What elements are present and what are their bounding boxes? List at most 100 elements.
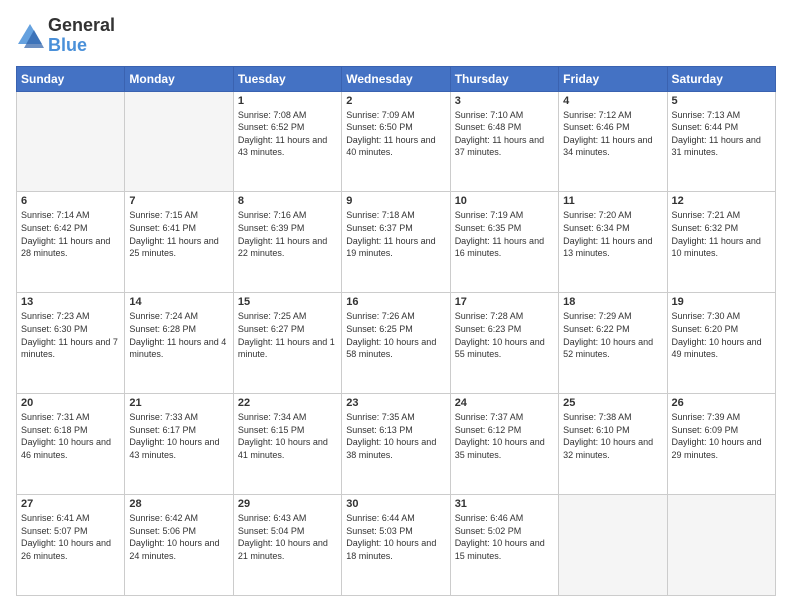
day-number: 13 [21,296,120,308]
day-number: 30 [346,498,445,510]
day-info: Sunrise: 7:12 AMSunset: 6:46 PMDaylight:… [563,109,662,159]
calendar-cell: 2 Sunrise: 7:09 AMSunset: 6:50 PMDaylight… [342,91,450,192]
calendar-cell: 27Sunrise: 6:41 AMSunset: 5:07 PMDayligh… [17,495,125,596]
calendar-cell: 11 Sunrise: 7:20 AMSunset: 6:34 PMDayligh… [559,192,667,293]
day-number: 6 [21,195,120,207]
day-info: Sunrise: 7:31 AMSunset: 6:18 PMDaylight:… [21,411,120,461]
day-info: Sunrise: 7:21 AMSunset: 6:32 PMDaylight:… [672,209,771,259]
day-info: Sunrise: 7:30 AMSunset: 6:20 PMDaylight:… [672,310,771,360]
calendar-cell: 14 Sunrise: 7:24 AMSunset: 6:28 PMDayligh… [125,293,233,394]
day-number: 29 [238,498,337,510]
calendar-cell: 13 Sunrise: 7:23 AMSunset: 6:30 PMDayligh… [17,293,125,394]
calendar-cell: 9 Sunrise: 7:18 AMSunset: 6:37 PMDaylight… [342,192,450,293]
calendar-cell: 12 Sunrise: 7:21 AMSunset: 6:32 PMDayligh… [667,192,775,293]
page: General Blue SundayMondayTuesdayWednesda… [0,0,792,612]
day-number: 2 [346,95,445,107]
day-number: 7 [129,195,228,207]
day-number: 15 [238,296,337,308]
calendar-cell [17,91,125,192]
calendar-cell: 7 Sunrise: 7:15 AMSunset: 6:41 PMDaylight… [125,192,233,293]
logo-text: General Blue [48,16,115,56]
calendar-cell [125,91,233,192]
day-info: Sunrise: 7:18 AMSunset: 6:37 PMDaylight:… [346,209,445,259]
day-info: Sunrise: 6:41 AMSunset: 5:07 PMDaylight:… [21,512,120,562]
header: General Blue [16,16,776,56]
day-info: Sunrise: 7:34 AMSunset: 6:15 PMDaylight:… [238,411,337,461]
calendar-cell: 8Sunrise: 7:16 AMSunset: 6:39 PMDaylight… [233,192,341,293]
day-info: Sunrise: 7:29 AMSunset: 6:22 PMDaylight:… [563,310,662,360]
day-info: Sunrise: 7:25 AMSunset: 6:27 PMDaylight:… [238,310,337,360]
day-info: Sunrise: 7:35 AMSunset: 6:13 PMDaylight:… [346,411,445,461]
day-number: 10 [455,195,554,207]
day-number: 21 [129,397,228,409]
day-number: 11 [563,195,662,207]
day-number: 3 [455,95,554,107]
day-header-friday: Friday [559,66,667,91]
calendar-table: SundayMondayTuesdayWednesdayThursdayFrid… [16,66,776,596]
day-info: Sunrise: 6:46 AMSunset: 5:02 PMDaylight:… [455,512,554,562]
day-info: Sunrise: 7:15 AMSunset: 6:41 PMDaylight:… [129,209,228,259]
day-header-monday: Monday [125,66,233,91]
day-number: 5 [672,95,771,107]
calendar-cell: 20 Sunrise: 7:31 AMSunset: 6:18 PMDayligh… [17,394,125,495]
calendar-cell: 4 Sunrise: 7:12 AMSunset: 6:46 PMDaylight… [559,91,667,192]
calendar-cell: 15 Sunrise: 7:25 AMSunset: 6:27 PMDayligh… [233,293,341,394]
day-number: 4 [563,95,662,107]
calendar-cell: 16 Sunrise: 7:26 AMSunset: 6:25 PMDayligh… [342,293,450,394]
day-info: Sunrise: 6:43 AMSunset: 5:04 PMDaylight:… [238,512,337,562]
day-header-thursday: Thursday [450,66,558,91]
day-info: Sunrise: 7:23 AMSunset: 6:30 PMDaylight:… [21,310,120,360]
day-info: Sunrise: 7:24 AMSunset: 6:28 PMDaylight:… [129,310,228,360]
calendar-cell [667,495,775,596]
calendar-cell: 6 Sunrise: 7:14 AMSunset: 6:42 PMDaylight… [17,192,125,293]
calendar-cell: 31 Sunrise: 6:46 AMSunset: 5:02 PMDayligh… [450,495,558,596]
day-number: 9 [346,195,445,207]
day-number: 31 [455,498,554,510]
calendar-cell: 18 Sunrise: 7:29 AMSunset: 6:22 PMDayligh… [559,293,667,394]
day-info: Sunrise: 7:26 AMSunset: 6:25 PMDaylight:… [346,310,445,360]
calendar-cell: 10 Sunrise: 7:19 AMSunset: 6:35 PMDayligh… [450,192,558,293]
day-info: Sunrise: 7:19 AMSunset: 6:35 PMDaylight:… [455,209,554,259]
day-number: 28 [129,498,228,510]
day-number: 20 [21,397,120,409]
calendar-cell: 25 Sunrise: 7:38 AMSunset: 6:10 PMDayligh… [559,394,667,495]
day-number: 25 [563,397,662,409]
day-info: Sunrise: 7:08 AMSunset: 6:52 PMDaylight:… [238,109,337,159]
calendar-cell: 23Sunrise: 7:35 AMSunset: 6:13 PMDayligh… [342,394,450,495]
calendar-cell: 28 Sunrise: 6:42 AMSunset: 5:06 PMDayligh… [125,495,233,596]
day-number: 22 [238,397,337,409]
day-number: 19 [672,296,771,308]
day-header-tuesday: Tuesday [233,66,341,91]
day-number: 17 [455,296,554,308]
day-info: Sunrise: 7:33 AMSunset: 6:17 PMDaylight:… [129,411,228,461]
calendar-cell: 3Sunrise: 7:10 AMSunset: 6:48 PMDaylight… [450,91,558,192]
day-info: Sunrise: 6:44 AMSunset: 5:03 PMDaylight:… [346,512,445,562]
calendar-cell: 24Sunrise: 7:37 AMSunset: 6:12 PMDayligh… [450,394,558,495]
day-info: Sunrise: 7:20 AMSunset: 6:34 PMDaylight:… [563,209,662,259]
logo-icon [16,22,44,50]
day-info: Sunrise: 7:16 AMSunset: 6:39 PMDaylight:… [238,209,337,259]
day-info: Sunrise: 7:14 AMSunset: 6:42 PMDaylight:… [21,209,120,259]
day-number: 18 [563,296,662,308]
calendar-cell: 19 Sunrise: 7:30 AMSunset: 6:20 PMDayligh… [667,293,775,394]
day-number: 12 [672,195,771,207]
day-number: 14 [129,296,228,308]
day-number: 1 [238,95,337,107]
calendar-cell: 29 Sunrise: 6:43 AMSunset: 5:04 PMDayligh… [233,495,341,596]
day-info: Sunrise: 7:09 AMSunset: 6:50 PMDaylight:… [346,109,445,159]
calendar-cell: 5 Sunrise: 7:13 AMSunset: 6:44 PMDaylight… [667,91,775,192]
calendar-cell: 17 Sunrise: 7:28 AMSunset: 6:23 PMDayligh… [450,293,558,394]
calendar-cell: 21 Sunrise: 7:33 AMSunset: 6:17 PMDayligh… [125,394,233,495]
day-header-saturday: Saturday [667,66,775,91]
day-info: Sunrise: 6:42 AMSunset: 5:06 PMDaylight:… [129,512,228,562]
day-info: Sunrise: 7:38 AMSunset: 6:10 PMDaylight:… [563,411,662,461]
day-number: 24 [455,397,554,409]
day-number: 16 [346,296,445,308]
day-header-wednesday: Wednesday [342,66,450,91]
calendar-cell: 30 Sunrise: 6:44 AMSunset: 5:03 PMDayligh… [342,495,450,596]
day-info: Sunrise: 7:28 AMSunset: 6:23 PMDaylight:… [455,310,554,360]
calendar-cell [559,495,667,596]
logo: General Blue [16,16,115,56]
day-info: Sunrise: 7:13 AMSunset: 6:44 PMDaylight:… [672,109,771,159]
calendar-cell: 22 Sunrise: 7:34 AMSunset: 6:15 PMDayligh… [233,394,341,495]
